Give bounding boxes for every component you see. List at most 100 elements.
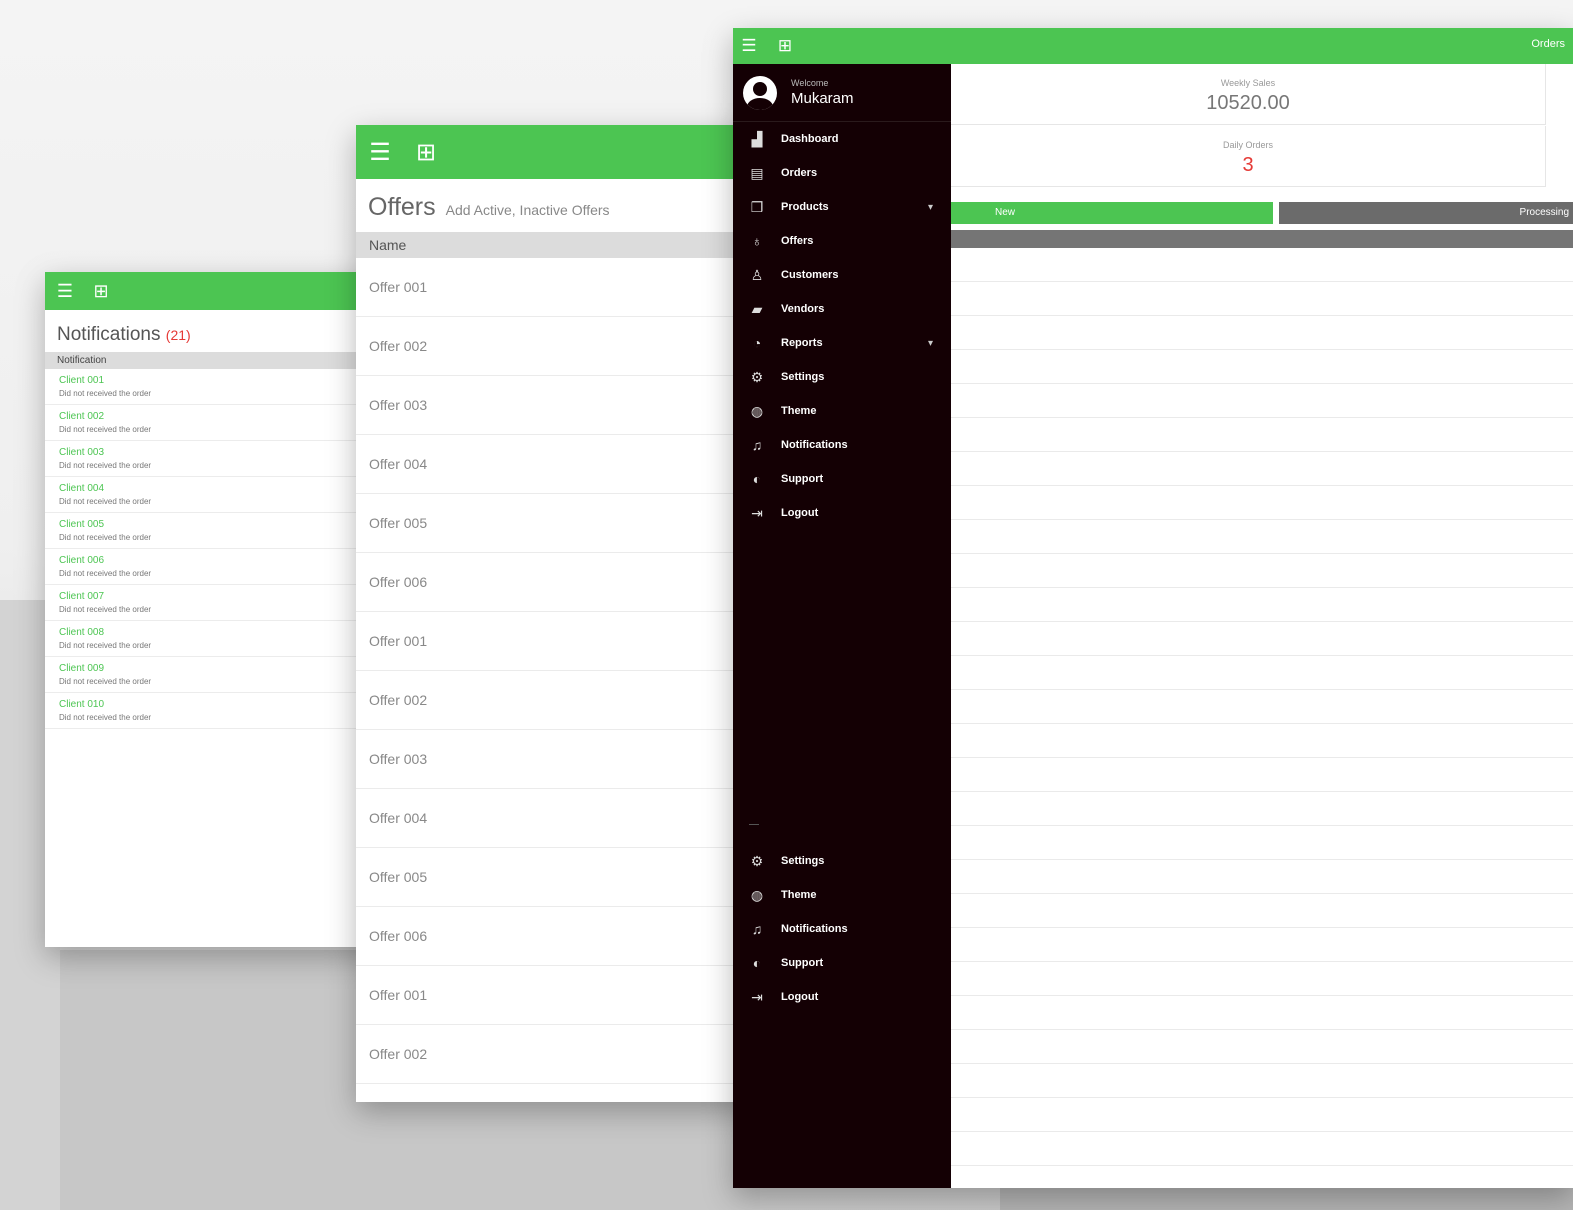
notification-title: Client 001 (59, 375, 105, 386)
dashboard-panel: ☰ ⊞ Orders Welcome Mukaram ▟ Dashboard ▤ Or… (733, 28, 1573, 1188)
notification-item[interactable]: Client 004 Did not received the order (45, 477, 385, 513)
sidebar-item-offers[interactable]: ♁ Offers (733, 224, 951, 258)
sidebar-item-orders[interactable]: ▤ Orders (733, 156, 951, 190)
notification-item[interactable]: Client 010 Did not received the order (45, 693, 385, 729)
sidebar-item-logout[interactable]: ⇥ Logout (733, 496, 951, 530)
notification-item[interactable]: Client 005 Did not received the order (45, 513, 385, 549)
sidebar-item-support[interactable]: ◐ Support (733, 462, 951, 496)
sidebar-item-settings[interactable]: ⚙ Settings (733, 844, 951, 878)
topbar-orders-link[interactable]: Orders (1531, 38, 1565, 50)
sidebar: Welcome Mukaram ▟ Dashboard ▤ Orders ❒ Produc… (733, 64, 951, 1188)
notification-title: Client 007 (59, 591, 105, 602)
notification-subtitle: Did not received the order (59, 641, 152, 650)
offer-row[interactable]: Offer 003 (356, 730, 756, 789)
offer-row[interactable]: Offer 004 (356, 435, 756, 494)
gear-icon: ⚙ (750, 852, 764, 869)
sidebar-item-theme[interactable]: ◍ Theme (733, 878, 951, 912)
notification-subtitle: Did not received the order (59, 425, 152, 434)
column-header: Notification (45, 352, 385, 369)
column-header: Name (356, 232, 756, 258)
sidebar-item-customers[interactable]: ♙ Customers (733, 258, 951, 292)
notification-subtitle: Did not received the order (59, 461, 152, 470)
weekly-sales-card: Weekly Sales 10520.00 (951, 64, 1546, 125)
offer-row[interactable]: Offer 002 (356, 1025, 756, 1084)
grid-icon[interactable]: ⊞ (412, 138, 440, 166)
dashboard-main: Weekly Sales 10520.00 Daily Orders 3 New… (951, 64, 1573, 1188)
logout-icon: ⇥ (751, 988, 763, 1005)
pie-icon: ◔ (752, 335, 762, 351)
sidebar-item-theme[interactable]: ◍ Theme (733, 394, 951, 428)
headset-icon: ◐ (752, 471, 762, 487)
offer-row[interactable]: Offer 002 (356, 671, 756, 730)
sidebar-item-vendors[interactable]: ▰ Vendors (733, 292, 951, 326)
sidebar-item-products[interactable]: ❒ Products ▾ (733, 190, 951, 224)
sidebar-item-label: Customers (781, 269, 839, 281)
offer-row[interactable]: Offer 005 (356, 848, 756, 907)
offer-row[interactable]: Offer 006 (356, 553, 756, 612)
logout-icon: ⇥ (751, 504, 763, 521)
sidebar-item-label: Settings (781, 371, 825, 383)
notification-subtitle: Did not received the order (59, 677, 152, 686)
offer-row[interactable]: Offer 006 (356, 907, 756, 966)
grid-icon[interactable]: ⊞ (775, 36, 795, 56)
sidebar-item-dashboard[interactable]: ▟ Dashboard (733, 122, 951, 156)
sidebar-item-label: Support (781, 957, 824, 969)
offer-row[interactable]: Offer 001 (356, 612, 756, 671)
notifications-title: Notifications (57, 324, 161, 345)
notifications-topbar: ☰ ⊞ (45, 272, 385, 310)
user-profile[interactable]: Welcome Mukaram (733, 64, 951, 122)
sidebar-item-notifications[interactable]: ♫ Notifications (733, 912, 951, 946)
notification-item[interactable]: Client 006 Did not received the order (45, 549, 385, 585)
menu-divider (749, 824, 759, 825)
notification-title: Client 005 (59, 519, 105, 530)
offer-row[interactable]: Offer 004 (356, 789, 756, 848)
notification-item[interactable]: Client 009 Did not received the order (45, 657, 385, 693)
bell-icon: ♫ (751, 921, 763, 937)
globe-icon: ◍ (750, 886, 764, 903)
sidebar-item-label: Logout (781, 991, 819, 1003)
notifications-panel: ☰ ⊞ Notifications (21) Notification Clie… (45, 272, 385, 947)
sidebar-item-notifications[interactable]: ♫ Notifications (733, 428, 951, 462)
sidebar-item-label: Offers (781, 235, 814, 247)
notification-item[interactable]: Client 008 Did not received the order (45, 621, 385, 657)
hamburger-menu-icon[interactable]: ☰ (55, 281, 75, 301)
notification-item[interactable]: Client 003 Did not received the order (45, 441, 385, 477)
bell-icon: ♫ (751, 437, 763, 453)
offer-row[interactable]: Offer 003 (356, 376, 756, 435)
notification-item[interactable]: Client 007 Did not received the order (45, 585, 385, 621)
offer-row[interactable]: Offer 001 (356, 966, 756, 1025)
notification-subtitle: Did not received the order (59, 533, 152, 542)
notification-item[interactable]: Client 002 Did not received the order (45, 405, 385, 441)
notification-item[interactable]: Client 001 Did not received the order (45, 369, 385, 405)
tab-processing[interactable]: Processing (1279, 202, 1573, 224)
notification-title: Client 006 (59, 555, 105, 566)
notification-subtitle: Did not received the order (59, 389, 152, 398)
tab-new[interactable]: New (951, 202, 1273, 224)
sidebar-item-label: Theme (781, 405, 817, 417)
sidebar-item-reports[interactable]: ◔ Reports ▾ (733, 326, 951, 360)
notification-title: Client 008 (59, 627, 105, 638)
offer-row[interactable]: Offer 002 (356, 317, 756, 376)
offers-list: Offer 001 Offer 002 Offer 003 Offer 004 Offe… (356, 258, 756, 1084)
weekly-sales-label: Weekly Sales (1220, 78, 1276, 88)
offer-row[interactable]: Offer 001 (356, 258, 756, 317)
sidebar-item-settings[interactable]: ⚙ Settings (733, 360, 951, 394)
sidebar-item-support[interactable]: ◐ Support (733, 946, 951, 980)
sidebar-item-label: Orders (781, 167, 818, 179)
offer-row[interactable]: Offer 005 (356, 494, 756, 553)
sidebar-item-label: Reports (781, 337, 823, 349)
chevron-down-icon: ▾ (927, 337, 933, 349)
chevron-down-icon: ▾ (927, 201, 933, 213)
notification-subtitle: Did not received the order (59, 569, 152, 578)
gear-icon: ⚙ (750, 368, 764, 385)
hamburger-menu-icon[interactable]: ☰ (366, 138, 394, 166)
globe-icon: ◍ (750, 402, 764, 419)
page-title: Notifications (21) (45, 310, 385, 352)
sidebar-item-logout[interactable]: ⇥ Logout (733, 980, 951, 1014)
welcome-label: Welcome (791, 78, 829, 88)
grid-icon[interactable]: ⊞ (91, 281, 111, 301)
hamburger-menu-icon[interactable]: ☰ (739, 36, 759, 56)
notification-subtitle: Did not received the order (59, 713, 152, 722)
user-icon: ♙ (750, 266, 764, 283)
page-title: Offers Add Active, Inactive Offers (356, 179, 756, 232)
